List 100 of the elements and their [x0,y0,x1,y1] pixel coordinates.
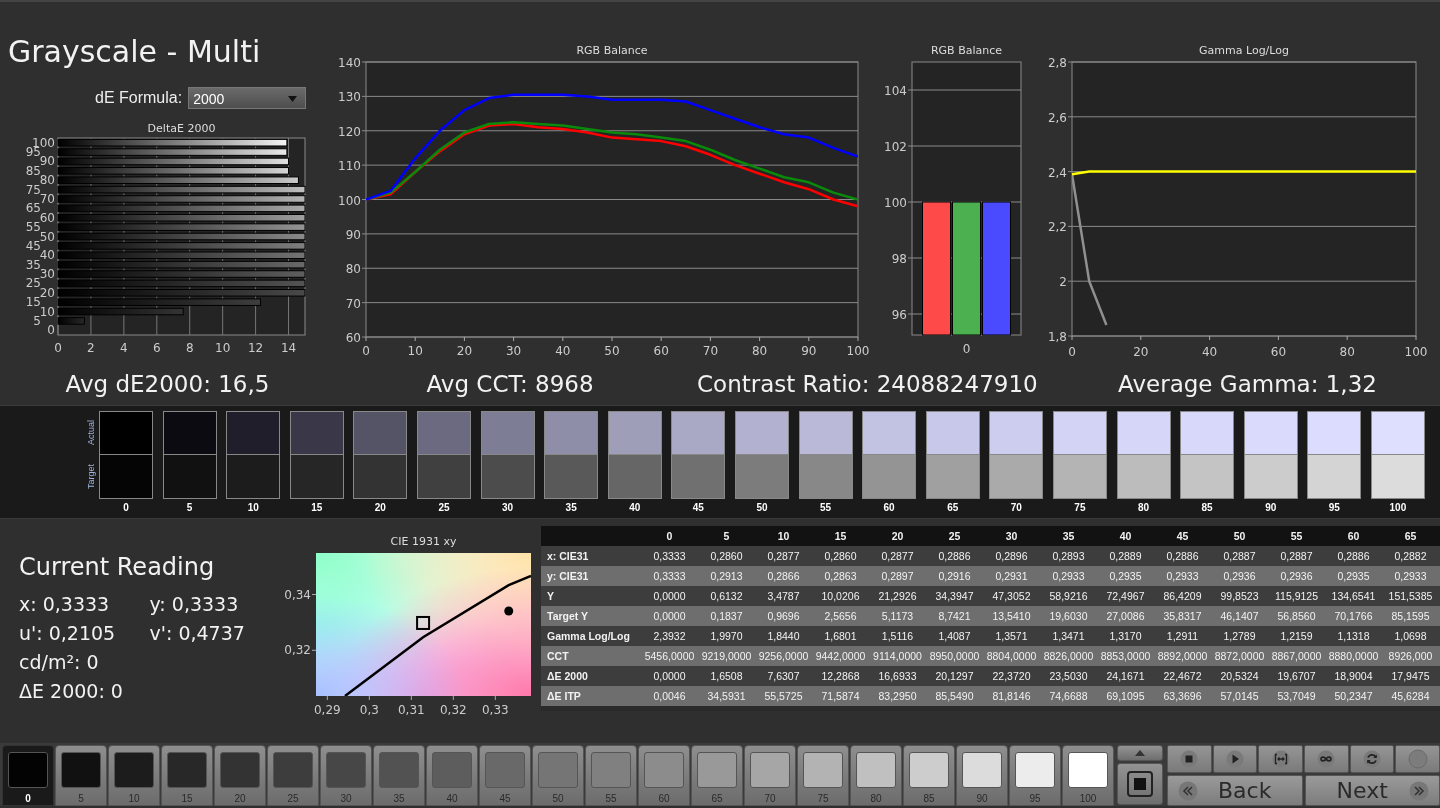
patch-button[interactable]: 0 [2,745,54,806]
axis-label: 100 [338,193,361,208]
patch-button[interactable]: 10 [108,745,160,806]
patch-button[interactable]: 55 [585,745,637,806]
table-cell-text: 53,7049 [1276,690,1317,702]
patch-button[interactable]: 40 [426,745,478,806]
table-cell-text: 24,1671 [1105,670,1146,682]
patch-button[interactable]: 50 [532,745,584,806]
table-cell-text: 0,2936 [1222,570,1257,582]
patch-button[interactable]: 90 [956,745,1008,806]
table-cell-text: 86,4209 [1162,590,1203,602]
table-cell-text: 63,3696 [1162,690,1203,702]
table-cell-text: 1,6508 [709,670,744,682]
table-cell-text: 9219,0000 [700,650,753,662]
axis-label: 2 [1059,275,1067,290]
table-cell-text: 0,2935 [1336,570,1371,582]
record-button[interactable] [1395,745,1440,773]
swatch-label: 70 [1010,502,1022,513]
axis-label: 20 [39,285,55,300]
table-cell-text: 19,6030 [1048,610,1089,622]
table-cell-text: 0,2882 [1393,550,1428,562]
table-cell-text: 1,2159 [1279,630,1314,642]
stat-value: Average Gamma: 1,32 [1118,370,1377,397]
play-button[interactable] [1212,745,1258,773]
patch-button[interactable]: 15 [161,745,213,806]
patch-button[interactable]: 80 [850,745,902,806]
table-cell-text: 34,5931 [706,690,747,702]
table-cell-text: 0,1837 [709,610,744,622]
stop-button[interactable] [1117,763,1163,805]
column-header: 20 [890,530,905,542]
range-button[interactable] [1258,745,1303,773]
table-cell-text: 0,2933 [1165,570,1200,582]
table-cell-text: 8880,0000 [1327,650,1380,662]
patch-label: 0 [25,793,31,804]
table-cell-text: 19,6707 [1276,670,1317,682]
table-cell-text: 0,2893 [1051,550,1086,562]
patch-button[interactable]: 95 [1009,745,1061,806]
table-cell-text: 47,3052 [991,590,1032,602]
axis-label: 0 [962,342,971,356]
axis-label: 12 [247,341,264,355]
table-cell-text: 1,1318 [1336,630,1371,642]
patch-button[interactable]: 60 [638,745,690,806]
formula-dropdown[interactable]: 2000 [188,87,307,109]
axis-label: 98 [891,252,907,266]
next-button[interactable]: Next [1304,775,1440,806]
stop-icon [1180,750,1199,768]
patch-button[interactable]: 85 [903,745,955,806]
patch-label: 100 [1079,793,1097,804]
column-header: 50 [1232,530,1247,542]
patch-button[interactable]: 65 [691,745,743,806]
patch-button[interactable]: 30 [320,745,372,806]
reading-value: x: 0,3333 [19,592,111,615]
patch-button[interactable]: 25 [267,745,319,806]
axis-label: 75 [25,182,41,197]
axis-label: 40 [555,344,571,358]
table-cell-text: 0,2896 [994,550,1029,562]
patch-button[interactable]: 45 [479,745,531,806]
table-cell-text: 1,9970 [709,630,744,642]
refresh-button[interactable] [1349,745,1395,773]
table-cell-text: 2,3932 [652,630,687,642]
row-header: Gamma Log/Log [546,630,631,642]
table-cell-text: 115,9125 [1274,590,1319,602]
axis-label: 2,8 [1047,56,1067,70]
axis-label: 25 [25,276,41,291]
patch-button[interactable]: 5 [55,745,107,806]
up-button[interactable] [1117,745,1163,761]
loop-button[interactable] [1304,745,1349,773]
column-header: 55 [1289,530,1304,542]
table-cell-text: 12,2868 [820,670,861,682]
table-cell-text: 1,0698 [1393,630,1428,642]
axis-label: 90 [39,154,55,169]
axis-label: 0,32 [284,643,311,658]
patch-button[interactable]: 100 [1062,745,1114,806]
axis-label: 60 [653,344,669,358]
patch-label: 60 [658,793,670,804]
table-cell-text: 8926,000 [1387,650,1434,662]
stat-value: Contrast Ratio: 24088247910 [697,370,1038,397]
back-button[interactable]: Back [1167,775,1303,806]
axis-label: 0,34 [284,587,311,602]
stop-button[interactable] [1167,745,1212,773]
patch-button[interactable]: 70 [744,745,796,806]
axis-label: 85 [25,163,41,178]
axis-label: 60 [39,210,55,225]
table-cell-text: 1,3571 [994,630,1029,642]
table-cell-text: 72,4967 [1105,590,1146,602]
patch-button[interactable]: 20 [214,745,266,806]
table-cell-text: 151,5385 [1387,590,1434,602]
table-cell-text: 16,6933 [877,670,918,682]
swatch-label: 80 [1137,502,1150,513]
axis-label: 90 [345,227,361,242]
axis-label: 120 [338,124,361,139]
patch-button[interactable]: 35 [373,745,425,806]
axis-label: 80 [751,344,768,358]
reading-value: v': 0,4737 [149,621,246,644]
patch-button[interactable]: 75 [797,745,849,806]
axis-label: 8 [185,341,194,355]
patch-label: 75 [817,793,829,804]
axis-label: 35 [25,257,41,272]
table-cell-text: 0,2863 [823,570,858,582]
table-cell-text: 5,1173 [880,610,915,622]
